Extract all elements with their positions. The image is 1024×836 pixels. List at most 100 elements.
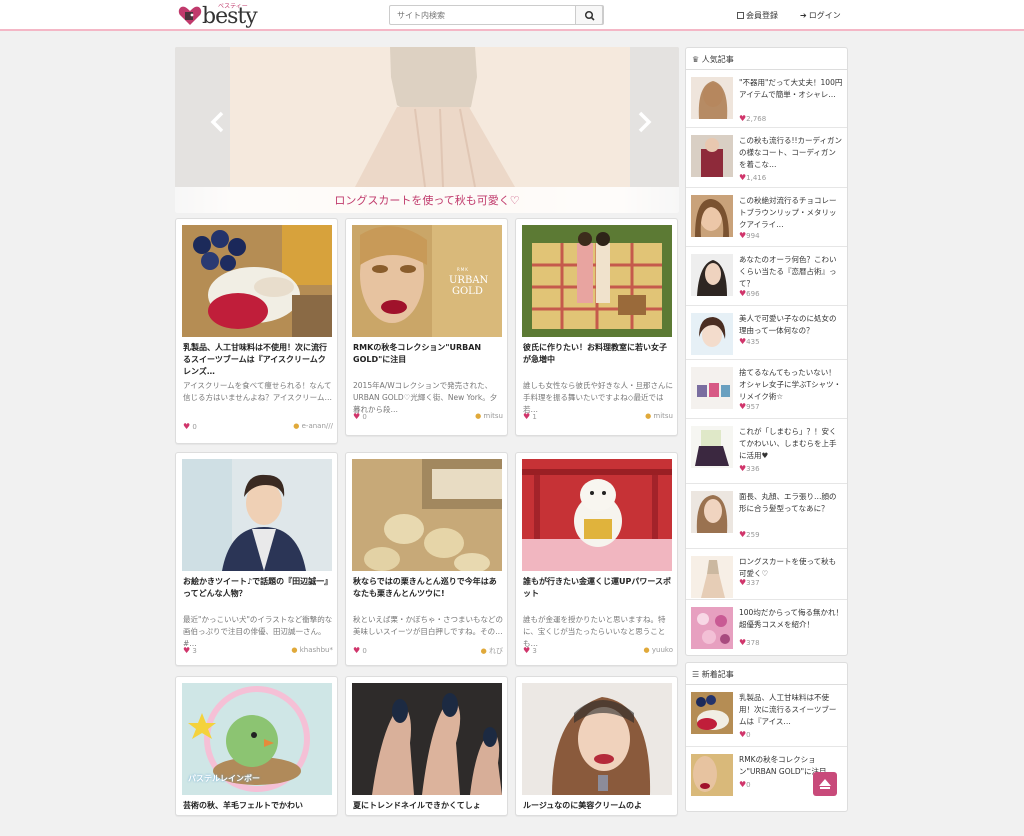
popular-title[interactable]: この秋絶対流行るチョコレートブラウンリップ・メタリックアイライ… — [739, 195, 843, 231]
author-link[interactable]: ● khashbu* — [291, 646, 333, 654]
crown-icon: ♛ — [692, 55, 700, 64]
popular-thumbnail[interactable] — [691, 491, 733, 533]
author-link[interactable]: ● mitsu — [475, 412, 503, 420]
search-input[interactable] — [390, 6, 577, 24]
popular-thumbnail[interactable] — [691, 607, 733, 649]
article-title[interactable]: 乳製品、人工甘味料は不使用！次に流行るスイーツブームは『アイスクリームクレンズ… — [183, 342, 333, 378]
article-card[interactable]: ルージュなのに美容クリームのよ — [515, 676, 678, 816]
popular-thumbnail[interactable] — [691, 367, 733, 409]
article-thumbnail[interactable] — [522, 459, 672, 571]
like-count[interactable]: ♥ 0 — [353, 412, 367, 421]
popular-title[interactable]: 面長、丸顔、エラ張り…顔の形に合う髪型ってなあに？ — [739, 491, 843, 527]
like-count[interactable]: ♥ 3 — [523, 646, 537, 655]
back-to-top-button[interactable] — [813, 772, 837, 796]
popular-item[interactable]: "不器用"だって大丈夫！100円アイテムで簡単・オシャレ… ♥2,768 — [686, 70, 847, 128]
register-link[interactable]: 会員登録 — [737, 10, 778, 21]
newest-thumbnail[interactable] — [691, 692, 733, 734]
newest-like-value: 0 — [746, 731, 751, 739]
featured-slider[interactable]: ロングスカートを使って秋も可愛く♡ — [175, 47, 679, 213]
article-card[interactable]: 夏にトレンドネイルできかくてしょ — [345, 676, 508, 816]
newest-thumbnail[interactable] — [691, 754, 733, 796]
popular-item[interactable]: 面長、丸顔、エラ張り…顔の形に合う髪型ってなあに？ ♥259 — [686, 484, 847, 549]
popular-like-count: ♥378 — [739, 638, 760, 647]
popular-thumbnail[interactable] — [691, 426, 733, 468]
popular-item[interactable]: 捨てるなんてもったいない！オシャレ女子に学ぶTシャツ・リメイク術☆ ♥957 — [686, 360, 847, 419]
like-count-value: 3 — [532, 647, 537, 655]
article-thumbnail[interactable]: RMK URBAN GOLD — [352, 225, 502, 337]
article-title[interactable]: お絵かきツイート♪で話題の『田辺誠一』ってどんな人物？ — [183, 576, 333, 612]
popular-item[interactable]: 美人で可愛い子なのに処女の理由って一体何なの？ ♥435 — [686, 306, 847, 360]
article-thumbnail[interactable] — [352, 683, 502, 795]
article-excerpt: 誰しも女性なら彼氏や好きな人・旦那さんに手料理を振る舞いたいですよね◇最近では若… — [523, 381, 673, 414]
popular-item[interactable]: 100均だからって侮る無かれ！超優秀コスメを紹介！ ♥378 — [686, 600, 847, 655]
popular-item[interactable]: この秋も流行る!!カーディガンの様なコート、コーディガンを着こな… ♥1,416 — [686, 128, 847, 188]
search-button[interactable] — [575, 5, 603, 25]
article-card[interactable]: 秋ならではの栗きんとん巡りで今年はあなたも栗きんとんツウに! 秋といえば栗・かぼ… — [345, 452, 508, 666]
author-link[interactable]: ● e-anan/// — [293, 422, 333, 430]
popular-thumbnail[interactable] — [691, 135, 733, 177]
popular-thumbnail[interactable] — [691, 313, 733, 355]
popular-item[interactable]: この秋絶対流行るチョコレートブラウンリップ・メタリックアイライ… ♥994 — [686, 188, 847, 247]
popular-thumbnail-image — [691, 135, 733, 177]
article-title[interactable]: 芸術の秋、羊毛フェルトでかわい — [183, 800, 333, 836]
popular-thumbnail[interactable] — [691, 556, 733, 598]
author-name: yuuko — [651, 646, 673, 654]
author-link[interactable]: ● mitsu — [645, 412, 673, 420]
like-count[interactable]: ♥ 0 — [353, 646, 367, 655]
login-label: ログイン — [808, 11, 841, 20]
like-count[interactable]: ♥ 3 — [183, 646, 197, 655]
newest-item[interactable]: 乳製品、人工甘味料は不使用！次に流行るスイーツブームは『アイス… ♥0 — [686, 685, 847, 747]
article-thumbnail[interactable]: パステルレインボー — [182, 683, 332, 795]
article-thumbnail[interactable] — [522, 683, 672, 795]
article-card[interactable]: 乳製品、人工甘味料は不使用！次に流行るスイーツブームは『アイスクリームクレンズ…… — [175, 218, 338, 444]
article-card[interactable]: パステルレインボー 芸術の秋、羊毛フェルトでかわい — [175, 676, 338, 816]
author-link[interactable]: ● れび — [481, 646, 503, 656]
like-count[interactable]: ♥ 1 — [523, 412, 537, 421]
popular-like-value: 2,768 — [746, 115, 767, 123]
popular-like-value: 1,416 — [746, 174, 767, 182]
slider-caption[interactable]: ロングスカートを使って秋も可愛く♡ — [175, 192, 679, 208]
popular-thumbnail[interactable] — [691, 195, 733, 237]
article-card[interactable]: 彼氏に作りたい！お料理教室に若い女子が急増中 誰しも女性なら彼氏や好きな人・旦那… — [515, 218, 678, 436]
popular-like-count: ♥957 — [739, 402, 760, 411]
article-card[interactable]: お絵かきツイート♪で話題の『田辺誠一』ってどんな人物？ 最近"かっこいい犬"のイ… — [175, 452, 338, 666]
author-link[interactable]: ● yuuko — [644, 646, 673, 654]
popular-thumbnail-image — [691, 607, 733, 649]
article-thumbnail[interactable] — [182, 459, 332, 571]
chevron-right-icon[interactable] — [631, 107, 657, 137]
dessert-image — [182, 225, 332, 337]
article-card[interactable]: 誰もが行きたい金運くじ運UPパワースポット 誰もが金運を授かりたいと思いますね。… — [515, 452, 678, 666]
article-thumbnail[interactable] — [352, 459, 502, 571]
article-title[interactable]: RMKの秋冬コレクション"URBAN GOLD"に注目 — [353, 342, 503, 378]
popular-title[interactable]: "不器用"だって大丈夫！100円アイテムで簡単・オシャレ… — [739, 77, 843, 113]
site-logo[interactable]: ベスティー besty — [178, 2, 268, 30]
chevron-left-icon[interactable] — [205, 107, 231, 137]
popular-item[interactable]: あなたのオーラ何色？こわいくらい当たる『恋暦占術』って？ ♥696 — [686, 247, 847, 306]
login-link[interactable]: ➔ ログイン — [800, 10, 841, 21]
popular-item[interactable]: これが「しまむら」？！安くてかわいい、しまむらを上手に活用♥ ♥336 — [686, 419, 847, 484]
popular-title[interactable]: あなたのオーラ何色？こわいくらい当たる『恋暦占術』って？ — [739, 254, 843, 290]
article-title[interactable]: 秋ならではの栗きんとん巡りで今年はあなたも栗きんとんツウに! — [353, 576, 503, 612]
popular-title[interactable]: ロングスカートを使って秋も可愛く♡ — [739, 556, 843, 580]
newest-title[interactable]: 乳製品、人工甘味料は不使用！次に流行るスイーツブームは『アイス… — [739, 692, 843, 728]
urban-gold-brand: RMK — [457, 267, 469, 272]
like-count[interactable]: ♥ 0 — [183, 422, 197, 431]
popular-item[interactable]: ロングスカートを使って秋も可愛く♡ ♥337 — [686, 549, 847, 600]
article-title[interactable]: 誰もが行きたい金運くじ運UPパワースポット — [523, 576, 673, 612]
article-card[interactable]: RMK URBAN GOLD RMKの秋冬コレクション"URBAN GOLD"に… — [345, 218, 508, 436]
newest-like-count: ♥0 — [739, 780, 751, 789]
popular-title[interactable]: 美人で可愛い子なのに処女の理由って一体何なの？ — [739, 313, 843, 337]
popular-thumbnail-image — [691, 77, 733, 119]
article-title[interactable]: 彼氏に作りたい！お料理教室に若い女子が急増中 — [523, 342, 673, 378]
popular-title[interactable]: これが「しまむら」？！安くてかわいい、しまむらを上手に活用♥ — [739, 426, 843, 462]
article-title[interactable]: ルージュなのに美容クリームのよ — [523, 800, 673, 836]
article-title[interactable]: 夏にトレンドネイルできかくてしょ — [353, 800, 503, 836]
popular-thumbnail[interactable] — [691, 254, 733, 296]
article-meta: ♥ 1 ● mitsu — [523, 412, 673, 424]
popular-thumbnail[interactable] — [691, 77, 733, 119]
article-thumbnail[interactable] — [182, 225, 332, 337]
popular-title[interactable]: この秋も流行る!!カーディガンの様なコート、コーディガンを着こな… — [739, 135, 843, 171]
login-icon: ➔ — [800, 11, 807, 20]
popular-title[interactable]: 捨てるなんてもったいない！オシャレ女子に学ぶTシャツ・リメイク術☆ — [739, 367, 843, 403]
article-thumbnail[interactable] — [522, 225, 672, 337]
